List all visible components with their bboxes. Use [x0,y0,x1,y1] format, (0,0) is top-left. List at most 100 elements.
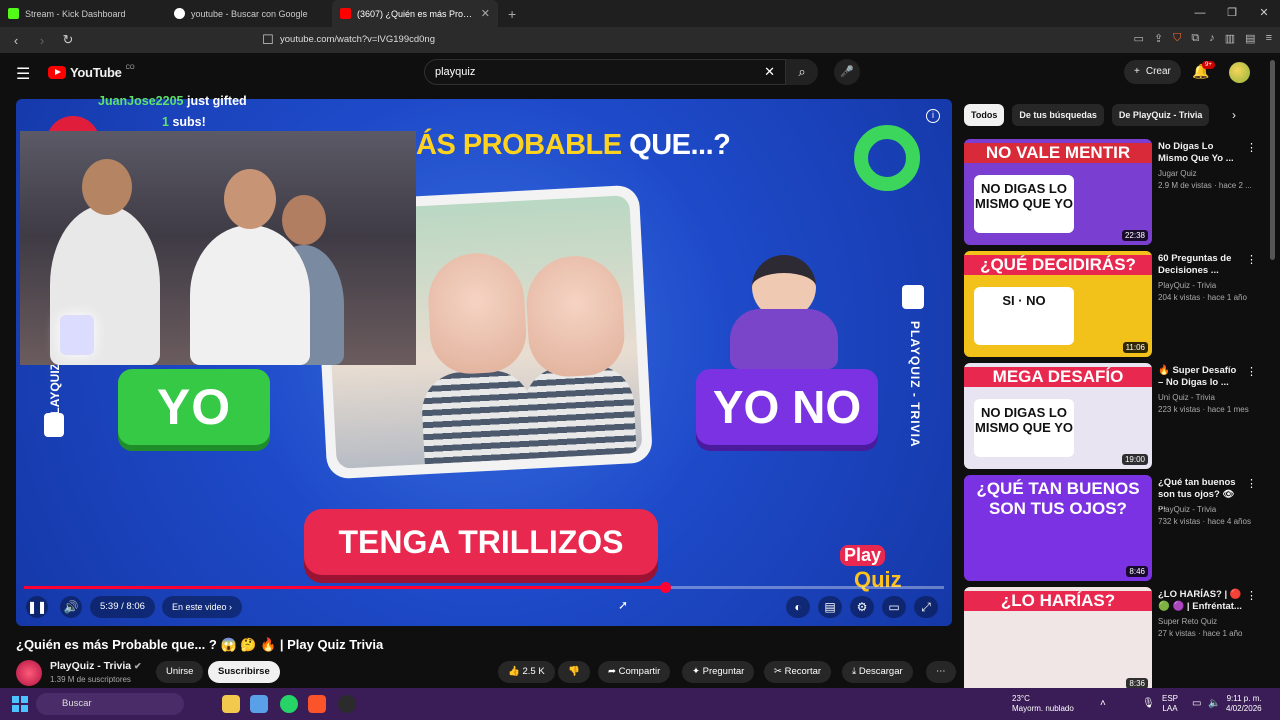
volume-tray-icon[interactable]: 🔈 [1208,698,1220,709]
video-thumbnail[interactable]: ¿QUÉ DECIDIRÁS? SI · NO 11:06 [964,251,1152,357]
browser-tab-kick[interactable]: Stream - Kick Dashboard [0,0,166,27]
file-explorer-icon[interactable] [222,695,240,713]
weather-widget[interactable]: 23°C Mayorm. nublado [1012,694,1074,714]
music-icon[interactable]: ♪ [1209,32,1215,45]
windows-start-icon[interactable] [12,696,28,712]
extensions-icon[interactable]: ⧉ [1191,32,1199,45]
pause-button[interactable]: ❚❚ [26,596,48,618]
recommended-title[interactable]: 🔥 Super Desafío – No Digas lo ... [1158,365,1244,389]
forward-icon[interactable]: › [32,33,52,48]
chip-all[interactable]: Todos [964,104,1005,126]
weather-temp: 23°C [1012,694,1030,703]
recommended-channel[interactable]: PlayQuiz - Trivia [1158,281,1216,290]
account-avatar[interactable] [1229,62,1250,83]
more-options-icon[interactable]: ⋮ [1246,253,1257,266]
reload-icon[interactable]: ↻ [58,32,78,48]
store-icon[interactable] [250,695,268,713]
channel-avatar[interactable] [16,660,42,686]
search-input[interactable]: playquiz ✕ [424,59,786,85]
bookmark-icon[interactable]: ☐ [258,32,278,48]
recommended-channel[interactable]: Jugar Quiz [1158,169,1197,178]
recommended-video[interactable]: NO VALE MENTIR NO DIGAS LO MISMO QUE YO 22… [964,139,1264,247]
brave-browser-icon[interactable] [308,695,326,713]
join-button[interactable]: Unirse [156,661,204,683]
recommended-video[interactable]: ¿QUÉ DECIDIRÁS? SI · NO 11:06 60 Preguntas … [964,251,1264,359]
side-brand-text-left: PLAYQUIZ [48,363,62,423]
more-options-icon[interactable]: ⋮ [1246,365,1257,378]
close-window-icon[interactable]: ✕ [1248,0,1280,27]
tray-chevron-icon[interactable]: ˄ [1100,698,1106,709]
more-actions-button[interactable]: ⋯ [926,661,956,683]
sidebar-icon[interactable]: ▥ [1225,32,1235,45]
system-clock[interactable]: 9:11 p. m. 4/02/2026 [1226,694,1262,714]
info-icon[interactable]: i [926,109,940,123]
minimize-icon[interactable]: — [1184,0,1216,27]
recommended-meta: 204 k vistas · hace 1 año [1158,293,1247,302]
taskbar-search[interactable]: Buscar [36,693,184,715]
menu-icon[interactable]: ≡ [1266,32,1272,45]
volume-icon[interactable]: 🔊 [60,596,82,618]
shield-icon[interactable]: ⛉ [1173,32,1181,45]
share-button[interactable]: ➦ Compartir [598,661,671,683]
thumbnail-title: MEGA DESAFÍO [964,367,1152,387]
dislike-button[interactable]: 👎 [558,661,590,683]
chip-from-searches[interactable]: De tus búsquedas [1012,104,1104,126]
recommended-video[interactable]: ¿QUÉ TAN BUENOS SON TUS OJOS? 8:46 ¿Qué ta… [964,475,1264,583]
close-tab-icon[interactable]: ✕ [481,7,490,20]
subtitles-icon[interactable]: ▤ [818,596,842,618]
more-options-icon[interactable]: ⋮ [1246,477,1257,490]
back-icon[interactable]: ‹ [6,33,26,48]
whatsapp-icon[interactable] [280,695,298,713]
new-tab-icon[interactable]: + [498,6,526,22]
video-thumbnail[interactable]: ¿LO HARÍAS? 8:36 [964,587,1152,693]
video-thumbnail[interactable]: MEGA DESAFÍO NO DIGAS LO MISMO QUE YO 19:0… [964,363,1152,469]
recommended-video[interactable]: ¿LO HARÍAS? 8:36 ¿LO HARÍAS? | 🔴 🟢 🟣 | Enf… [964,587,1264,695]
share-icon[interactable]: ⇪ [1154,32,1163,45]
voice-search-button[interactable]: 🎤 [834,59,860,85]
wallet-icon[interactable]: ▤ [1245,32,1255,45]
network-icon[interactable]: ▭ [1192,698,1201,709]
like-button[interactable]: 👍 2.5 K [498,661,555,683]
clear-search-icon[interactable]: ✕ [764,64,775,80]
more-options-icon[interactable]: ⋮ [1246,141,1257,154]
obs-icon[interactable] [338,695,356,713]
url-field[interactable]: youtube.com/watch?v=lVG199cd0ng [280,31,900,49]
language-indicator[interactable]: ESP LAA [1162,694,1178,714]
recommended-title[interactable]: ¿LO HARÍAS? | 🔴 🟢 🟣 | Enfréntat... [1158,589,1244,613]
scrollbar[interactable] [1270,60,1275,260]
channel-name[interactable]: PlayQuiz - Trivia ✔ [50,660,142,672]
youtube-logo[interactable]: YouTube CO [48,65,135,80]
create-button[interactable]: + Crear [1124,60,1181,84]
headline-white: QUE...? [629,129,731,161]
download-button[interactable]: ⤓ Descargar [842,661,913,683]
cast-icon[interactable]: ▭ [1134,32,1144,45]
recommended-title[interactable]: No Digas Lo Mismo Que Yo ... [1158,141,1244,165]
recommended-video[interactable]: MEGA DESAFÍO NO DIGAS LO MISMO QUE YO 19:0… [964,363,1264,471]
fullscreen-icon[interactable]: ⤢ [914,596,938,618]
logo-wordmark: YouTube [70,65,122,80]
recommended-channel[interactable]: Super Reto Quiz [1158,617,1217,626]
guide-menu-icon[interactable]: ☰ [16,64,30,84]
recommended-title[interactable]: 60 Preguntas de Decisiones ... [1158,253,1244,277]
recommended-channel[interactable]: Uni Quiz - Trivia [1158,393,1215,402]
chip-from-channel[interactable]: De PlayQuiz - Trivia [1111,104,1210,126]
ask-button[interactable]: ✦ Preguntar [682,661,755,683]
clip-button[interactable]: ✂ Recortar [764,661,832,683]
chips-next-icon[interactable]: › [1232,108,1236,122]
video-thumbnail[interactable]: ¿QUÉ TAN BUENOS SON TUS OJOS? 8:46 [964,475,1152,581]
chapter-button[interactable]: En este video › [162,596,243,618]
recommended-channel[interactable]: PlayQuiz - Trivia [1158,505,1216,514]
restore-icon[interactable]: ❐ [1216,0,1248,27]
settings-gear-icon[interactable]: ⚙ [850,596,874,618]
video-thumbnail[interactable]: NO VALE MENTIR NO DIGAS LO MISMO QUE YO 22… [964,139,1152,245]
subscribe-button[interactable]: Suscribirse [208,661,280,683]
window-controls: — ❐ ✕ [1184,0,1280,27]
autoplay-toggle[interactable]: ◐ [786,596,810,618]
search-button[interactable]: ⌕ [786,59,818,85]
mic-tray-icon[interactable]: 🎙 [1142,698,1155,709]
progress-scrubber[interactable] [660,582,671,593]
browser-tab-youtube[interactable]: (3607) ¿Quién es más Probab... ✕ [332,0,498,27]
more-options-icon[interactable]: ⋮ [1246,589,1257,602]
theater-mode-icon[interactable]: ▭ [882,596,906,618]
browser-tab-google[interactable]: youtube - Buscar con Google [166,0,332,27]
